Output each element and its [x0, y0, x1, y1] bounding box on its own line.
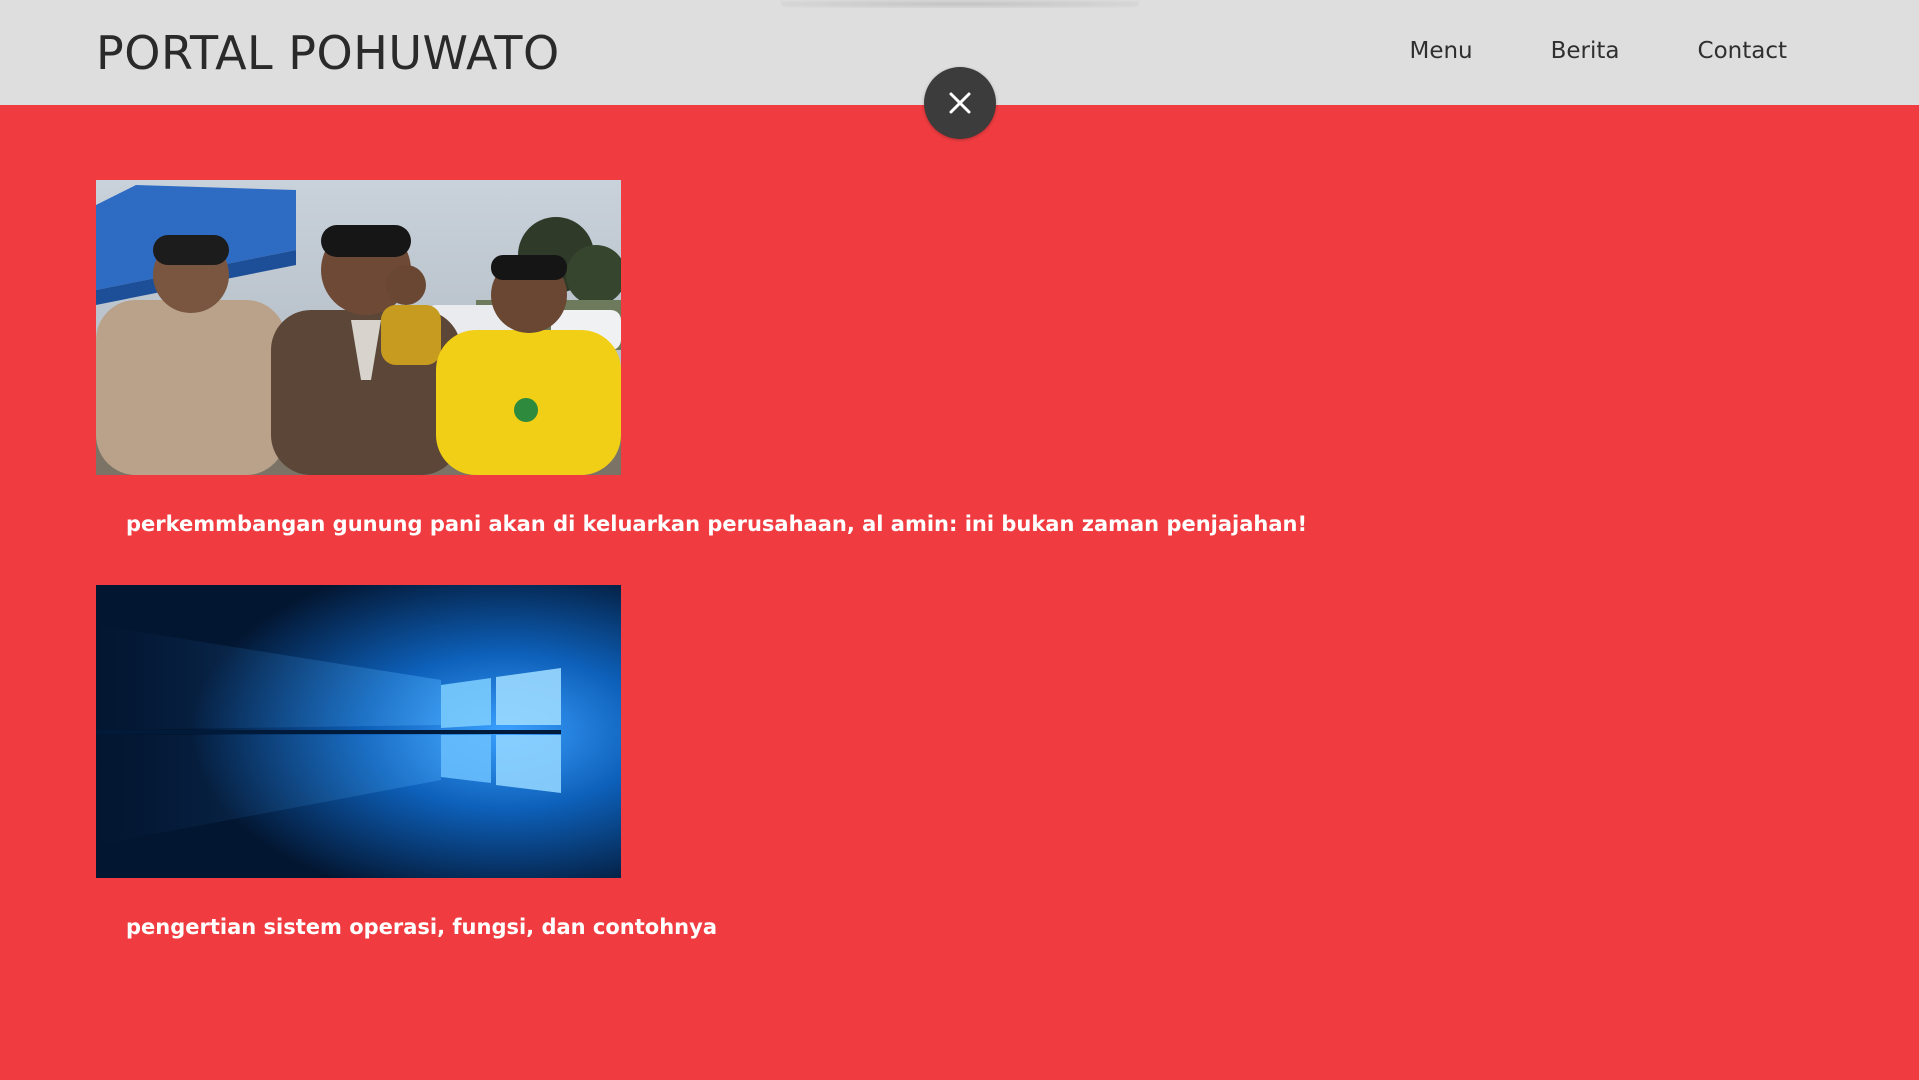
article-title[interactable]: perkemmbangan gunung pani akan di keluar… — [126, 510, 1307, 538]
nav-item-menu[interactable]: Menu — [1409, 36, 1472, 66]
article-image-photo[interactable] — [96, 180, 621, 475]
site-brand[interactable]: PORTAL POHUWATO — [96, 26, 560, 80]
close-icon — [949, 92, 971, 114]
article-image-windows[interactable] — [96, 585, 621, 878]
main-nav: Menu Berita Contact — [1409, 36, 1787, 66]
article-title[interactable]: pengertian sistem operasi, fungsi, dan c… — [126, 913, 717, 941]
header-shadow — [780, 0, 1140, 8]
nav-item-contact[interactable]: Contact — [1698, 36, 1787, 66]
article-card[interactable]: pengertian sistem operasi, fungsi, dan c… — [96, 585, 717, 939]
article-card[interactable]: perkemmbangan gunung pani akan di keluar… — [96, 180, 1307, 536]
nav-item-berita[interactable]: Berita — [1551, 36, 1620, 66]
close-button[interactable] — [924, 67, 996, 139]
